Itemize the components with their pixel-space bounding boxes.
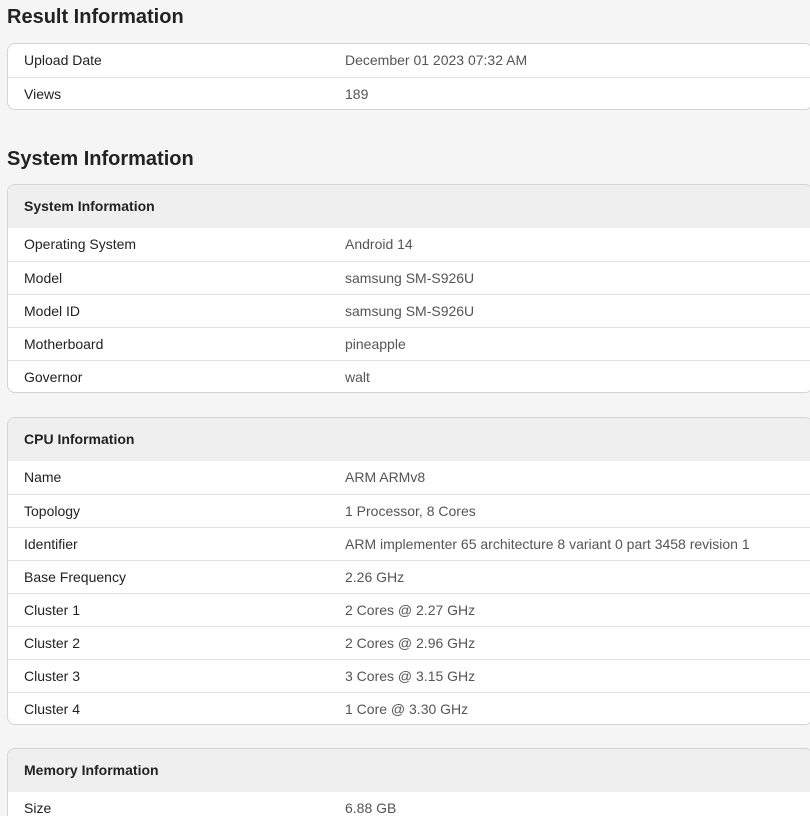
row-label: Topology xyxy=(24,503,81,519)
table-row: Upload Date December 01 2023 07:32 AM xyxy=(8,44,810,77)
result-information-title: Result Information xyxy=(7,6,184,28)
row-value: December 01 2023 07:32 AM xyxy=(345,52,528,68)
memory-information-card: Memory Information Size 6.88 GB xyxy=(7,748,810,816)
row-label: Model ID xyxy=(24,303,81,319)
row-label: Governor xyxy=(24,369,83,385)
row-value: 3 Cores @ 3.15 GHz xyxy=(345,668,476,684)
row-label: Upload Date xyxy=(24,52,102,68)
cpu-information-card: CPU Information Name ARM ARMv8 Topology … xyxy=(7,417,810,725)
system-information-card: System Information Operating System Andr… xyxy=(7,184,810,393)
row-label: Cluster 3 xyxy=(24,668,81,684)
card-heading: Memory Information xyxy=(8,749,810,792)
table-row: Base Frequency 2.26 GHz xyxy=(8,560,810,593)
table-row: Size 6.88 GB xyxy=(8,792,810,816)
row-label: Identifier xyxy=(24,536,78,552)
table-row: Cluster 1 2 Cores @ 2.27 GHz xyxy=(8,593,810,626)
row-value: ARM ARMv8 xyxy=(345,469,426,485)
system-information-title: System Information xyxy=(7,148,194,170)
row-value: 6.88 GB xyxy=(345,800,397,816)
table-row: Topology 1 Processor, 8 Cores xyxy=(8,494,810,527)
row-value: 189 xyxy=(345,86,369,102)
row-value: samsung SM-S926U xyxy=(345,303,475,319)
table-row: Identifier ARM implementer 65 architectu… xyxy=(8,527,810,560)
row-label: Base Frequency xyxy=(24,569,126,585)
row-label: Views xyxy=(24,86,62,102)
table-row: Cluster 2 2 Cores @ 2.96 GHz xyxy=(8,626,810,659)
row-value: 2.26 GHz xyxy=(345,569,405,585)
row-value: 2 Cores @ 2.27 GHz xyxy=(345,602,476,618)
row-label: Cluster 1 xyxy=(24,602,81,618)
row-label: Model xyxy=(24,270,63,286)
row-value: walt xyxy=(345,369,370,385)
row-value: 1 Core @ 3.30 GHz xyxy=(345,701,469,717)
table-row: Governor walt xyxy=(8,360,810,392)
table-row: Model samsung SM-S926U xyxy=(8,261,810,294)
row-value: Android 14 xyxy=(345,236,413,252)
table-row: Operating System Android 14 xyxy=(8,228,810,261)
row-label: Motherboard xyxy=(24,336,104,352)
row-label: Name xyxy=(24,469,62,485)
table-row: Cluster 3 3 Cores @ 3.15 GHz xyxy=(8,659,810,692)
result-information-card: Upload Date December 01 2023 07:32 AM Vi… xyxy=(7,43,810,110)
row-label: Cluster 2 xyxy=(24,635,81,651)
page: Result Information Upload Date December … xyxy=(0,0,810,816)
card-heading: System Information xyxy=(8,185,810,228)
row-value: samsung SM-S926U xyxy=(345,270,475,286)
row-value: pineapple xyxy=(345,336,406,352)
table-row: Views 189 xyxy=(8,77,810,109)
table-row: Motherboard pineapple xyxy=(8,327,810,360)
row-label: Operating System xyxy=(24,236,137,252)
table-row: Cluster 4 1 Core @ 3.30 GHz xyxy=(8,692,810,724)
row-label: Size xyxy=(24,800,52,816)
card-heading: CPU Information xyxy=(8,418,810,461)
row-value: 1 Processor, 8 Cores xyxy=(345,503,476,519)
row-label: Cluster 4 xyxy=(24,701,81,717)
table-row: Name ARM ARMv8 xyxy=(8,461,810,494)
row-value: 2 Cores @ 2.96 GHz xyxy=(345,635,476,651)
row-value: ARM implementer 65 architecture 8 varian… xyxy=(345,536,750,552)
table-row: Model ID samsung SM-S926U xyxy=(8,294,810,327)
